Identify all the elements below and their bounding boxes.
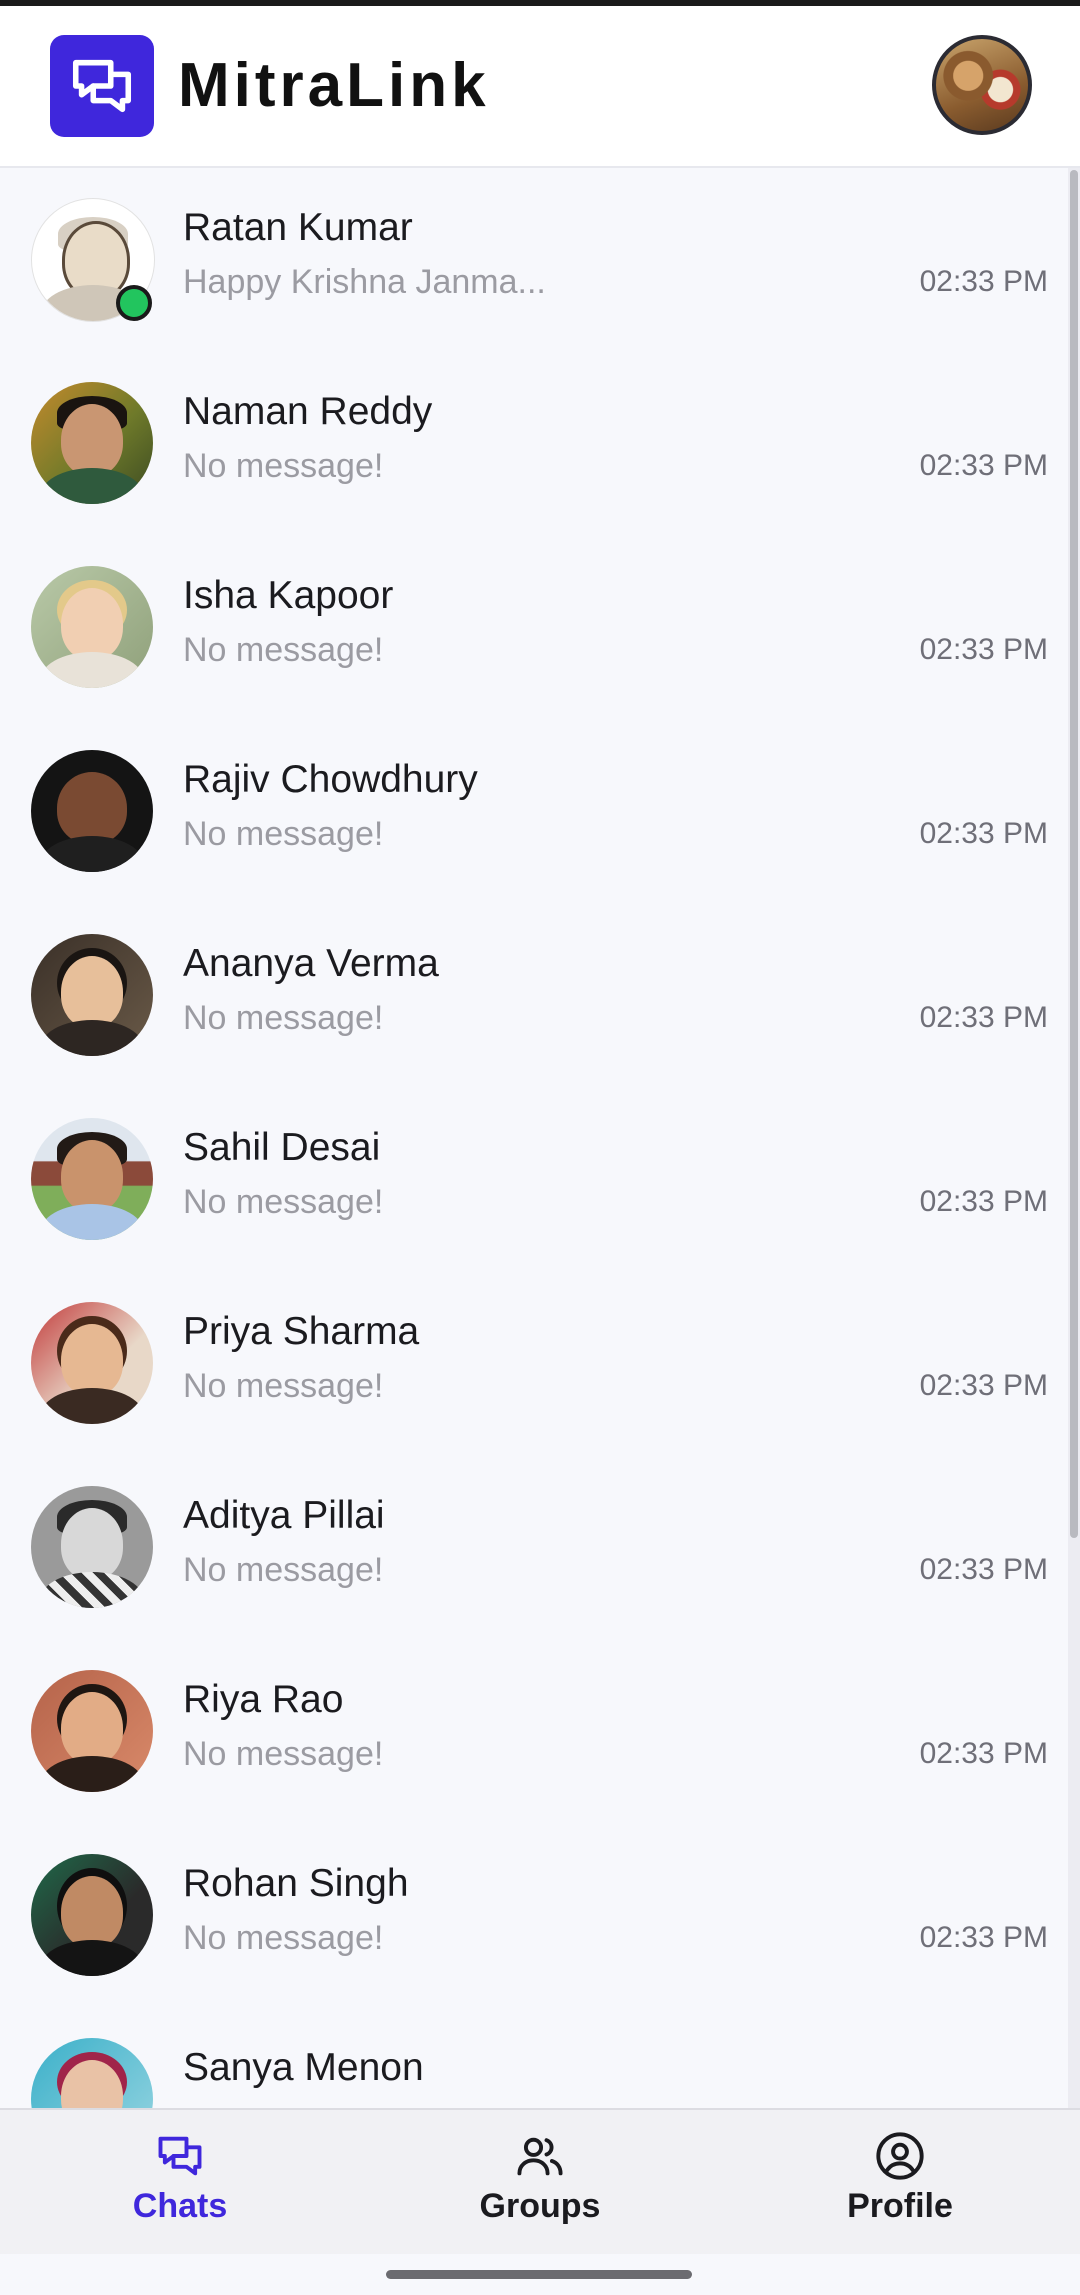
message-time: 02:33 PM xyxy=(919,1921,1048,1954)
contact-name: Isha Kapoor xyxy=(183,574,394,617)
app-logo xyxy=(50,35,154,137)
home-gesture-bar[interactable] xyxy=(386,2270,692,2279)
avatar xyxy=(31,1302,153,1424)
last-message-preview: No message! xyxy=(183,447,384,485)
scrollbar-thumb[interactable] xyxy=(1070,170,1078,1538)
avatar xyxy=(31,2038,153,2108)
nav-groups[interactable]: Groups xyxy=(420,2130,660,2240)
app-title: MitraLink xyxy=(178,51,490,120)
avatar xyxy=(31,1486,153,1608)
last-message-preview: No message! xyxy=(183,631,384,669)
avatar xyxy=(31,934,153,1056)
contact-name: Naman Reddy xyxy=(183,390,433,433)
last-message-preview: No message! xyxy=(183,815,384,853)
nav-chats-label: Chats xyxy=(132,2187,228,2225)
users-icon xyxy=(517,2137,563,2176)
contact-name: Rohan Singh xyxy=(183,1862,409,1905)
chat-row[interactable]: Aditya Pillai No message! 02:33 PM xyxy=(0,1456,1068,1639)
message-time: 02:33 PM xyxy=(919,1369,1048,1402)
app-header: MitraLink xyxy=(0,6,1080,168)
nav-profile-label: Profile xyxy=(847,2187,953,2225)
avatar xyxy=(31,1670,153,1792)
chat-row[interactable]: Sahil Desai No message! 02:33 PM xyxy=(0,1088,1068,1271)
last-message-preview: No message! xyxy=(183,999,384,1037)
nav-groups-label: Groups xyxy=(479,2187,601,2225)
chat-list[interactable]: Ratan Kumar Happy Krishna Janma... 02:33… xyxy=(0,168,1068,2108)
user-avatar[interactable] xyxy=(932,35,1032,135)
message-time: 02:33 PM xyxy=(919,633,1048,666)
chat-row[interactable]: Rajiv Chowdhury No message! 02:33 PM xyxy=(0,720,1068,903)
contact-name: Riya Rao xyxy=(183,1678,344,1721)
gesture-area xyxy=(0,2254,1080,2295)
chat-bubbles-icon xyxy=(158,2136,202,2176)
chat-row[interactable]: Riya Rao No message! 02:33 PM xyxy=(0,1640,1068,1823)
last-message-preview: No message! xyxy=(183,1367,384,1405)
contact-name: Ratan Kumar xyxy=(183,206,413,249)
chat-row[interactable]: Rohan Singh No message! 02:33 PM xyxy=(0,1824,1068,2007)
online-status-indicator xyxy=(116,285,152,321)
avatar xyxy=(31,382,153,504)
bottom-navigation: Chats Groups Profile xyxy=(0,2108,1080,2256)
chat-row[interactable]: Priya Sharma No message! 02:33 PM xyxy=(0,1272,1068,1455)
avatar xyxy=(31,1854,153,1976)
contact-name: Ananya Verma xyxy=(183,942,439,985)
user-circle-icon xyxy=(876,2132,924,2180)
last-message-preview: No message! xyxy=(183,1735,384,1773)
chat-row[interactable]: Naman Reddy No message! 02:33 PM xyxy=(0,352,1068,535)
message-time: 02:33 PM xyxy=(919,1001,1048,1034)
contact-name: Rajiv Chowdhury xyxy=(183,758,478,801)
message-time: 02:33 PM xyxy=(919,265,1048,298)
contact-name: Aditya Pillai xyxy=(183,1494,385,1537)
contact-name: Sanya Menon xyxy=(183,2046,424,2089)
chat-bubbles-icon xyxy=(72,59,132,113)
message-time: 02:33 PM xyxy=(919,1185,1048,1218)
avatar xyxy=(31,750,153,872)
message-time: 02:33 PM xyxy=(919,1553,1048,1586)
avatar xyxy=(31,566,153,688)
chat-row[interactable]: Ananya Verma No message! 02:33 PM xyxy=(0,904,1068,1087)
chat-row[interactable]: Isha Kapoor No message! 02:33 PM xyxy=(0,536,1068,719)
last-message-preview: No message! xyxy=(183,1183,384,1221)
last-message-preview: Happy Krishna Janma... xyxy=(183,263,546,301)
message-time: 02:33 PM xyxy=(919,449,1048,482)
last-message-preview: No message! xyxy=(183,1551,384,1589)
nav-profile[interactable]: Profile xyxy=(780,2130,1020,2240)
message-time: 02:33 PM xyxy=(919,1737,1048,1770)
chat-row[interactable]: Ratan Kumar Happy Krishna Janma... 02:33… xyxy=(0,168,1068,351)
nav-chats[interactable]: Chats xyxy=(60,2130,300,2240)
avatar xyxy=(31,1118,153,1240)
message-time: 02:33 PM xyxy=(919,817,1048,850)
chat-row[interactable]: Sanya Menon xyxy=(0,2008,1068,2108)
contact-name: Sahil Desai xyxy=(183,1126,381,1169)
last-message-preview: No message! xyxy=(183,1919,384,1957)
contact-name: Priya Sharma xyxy=(183,1310,420,1353)
